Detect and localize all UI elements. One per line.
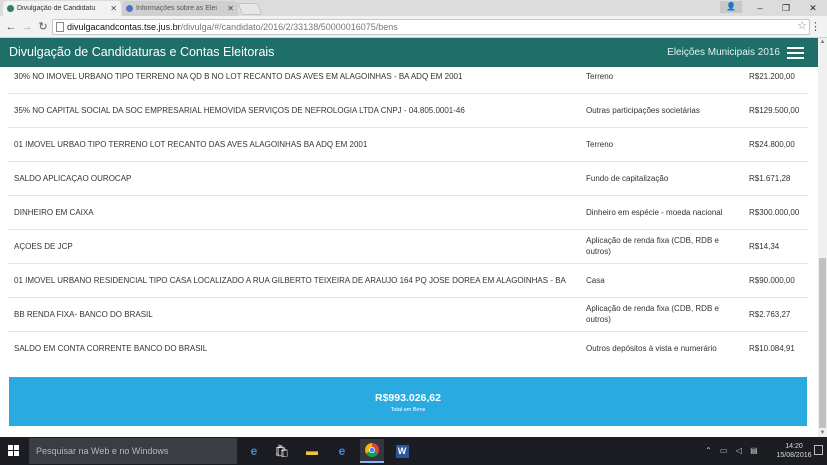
maximize-button[interactable]: ❐	[772, 0, 800, 16]
table-row: AÇOES DE JCP Aplicação de renda fixa (CD…	[8, 230, 808, 264]
scroll-down-arrow-icon[interactable]: ▼	[818, 429, 827, 437]
url-path: /divulga/#/candidato/2016/2/33138/500000…	[180, 22, 398, 32]
bem-tipo: Casa	[586, 276, 605, 285]
bem-descricao: 30% NO IMOVEL URBANO TIPO TERRENO NA QD …	[14, 72, 463, 81]
bem-valor: R$129.500,00	[749, 106, 800, 115]
reload-icon[interactable]: ↻	[36, 19, 50, 35]
bem-tipo: Aplicação de renda fixa (CDB, RDB e outr…	[586, 304, 719, 324]
close-tab-icon[interactable]: ✕	[110, 4, 117, 13]
page-scrollbar[interactable]: ▲ ▼	[818, 38, 827, 437]
table-row: 01 IMOVEL URBAO TIPO TERRENO LOT RECANTO…	[8, 128, 808, 162]
total-label: Total em Bens	[390, 407, 426, 413]
new-tab-button[interactable]	[237, 3, 263, 15]
table-row: BB RENDA FIXA- BANCO DO BRASIL Aplicação…	[8, 298, 808, 332]
word-icon[interactable]: W	[390, 439, 414, 463]
bookmark-star-icon[interactable]: ☆	[797, 19, 807, 32]
site-header: Divulgação de Candidaturas e Contas Elei…	[0, 38, 818, 67]
back-arrow-icon[interactable]: ←	[4, 19, 18, 35]
globe-favicon-icon	[126, 5, 133, 12]
table-row: 35% NO CAPITAL SOCIAL DA SOC EMPRESARIAL…	[8, 94, 808, 128]
bem-valor: R$24.800,00	[749, 140, 795, 149]
bem-descricao: 01 IMOVEL URBAO TIPO TERRENO LOT RECANTO…	[14, 140, 368, 149]
bem-valor: R$1.671,28	[749, 174, 791, 183]
bem-valor: R$21.200,00	[749, 72, 795, 81]
clock-date: 15/08/2016	[776, 452, 812, 459]
browser-tab-strip: Divulgação de Candidatu ✕ Informações so…	[0, 0, 827, 16]
address-bar-row: ← → ↻ divulgacandcontas.tse.jus.br/divul…	[0, 16, 827, 38]
bem-valor: R$10.084,91	[749, 344, 795, 353]
notification-center-icon[interactable]	[814, 445, 823, 455]
bem-tipo: Aplicação de renda fixa (CDB, RDB e outr…	[586, 236, 719, 256]
tab-title: Divulgação de Candidatu	[17, 5, 96, 12]
tab-divulgacao[interactable]: Divulgação de Candidatu ✕	[3, 1, 121, 16]
tse-favicon-icon	[7, 5, 14, 12]
internet-explorer-icon[interactable]: e	[330, 439, 354, 463]
bem-descricao: BB RENDA FIXA- BANCO DO BRASIL	[14, 310, 153, 319]
bem-tipo: Outros depósitos à vista e numerário	[586, 344, 717, 353]
bem-descricao: SALDO APLICAÇAO OUROCAP	[14, 174, 132, 183]
table-row: SALDO APLICAÇAO OUROCAP Fundo de capital…	[8, 162, 808, 196]
clock-time: 14:20	[785, 443, 803, 450]
bem-valor: R$14,34	[749, 242, 780, 251]
scrollbar-thumb[interactable]	[819, 258, 826, 428]
bens-list: 30% NO IMOVEL URBANO TIPO TERRENO NA QD …	[0, 67, 818, 437]
windows-start-icon[interactable]	[8, 445, 20, 457]
table-row: SALDO EM CONTA CORRENTE BANCO DO BRASIL …	[8, 332, 808, 366]
bem-tipo: Terreno	[586, 72, 614, 81]
bem-descricao: 35% NO CAPITAL SOCIAL DA SOC EMPRESARIAL…	[14, 106, 465, 115]
tab-title: Informações sobre as Elei	[136, 5, 217, 12]
bem-descricao: AÇOES DE JCP	[14, 242, 73, 251]
bem-descricao: 01 IMOVEL URBANO RESIDENCIAL TIPO CASA L…	[14, 276, 566, 285]
user-profile-icon[interactable]: 👤	[720, 1, 742, 13]
close-window-button[interactable]: ✕	[799, 0, 827, 16]
table-row: DINHEIRO EM CAIXA Dinheiro em espécie - …	[8, 196, 808, 230]
system-tray-icons[interactable]: ⌃ ▭ ◁ ▤	[705, 446, 761, 455]
page-icon	[56, 22, 64, 32]
url-input[interactable]: divulgacandcontas.tse.jus.br/divulga/#/c…	[52, 19, 810, 35]
close-tab-icon[interactable]: ✕	[227, 4, 234, 13]
file-explorer-icon[interactable]: ▬	[300, 439, 324, 463]
store-icon[interactable]: 🛍	[270, 439, 294, 463]
url-host: divulgacandcontas.tse.jus.br	[67, 22, 181, 32]
total-value: R$993.026,62	[375, 392, 441, 404]
table-row: 01 IMOVEL URBANO RESIDENCIAL TIPO CASA L…	[8, 264, 808, 298]
site-title[interactable]: Divulgação de Candidaturas e Contas Elei…	[9, 45, 274, 59]
bem-tipo: Terreno	[586, 140, 614, 149]
hamburger-menu-icon[interactable]	[787, 47, 804, 59]
bem-tipo: Dinheiro em espécie - moeda nacional	[586, 208, 723, 217]
bem-descricao: SALDO EM CONTA CORRENTE BANCO DO BRASIL	[14, 344, 208, 353]
windows-taskbar: Pesquisar na Web e no Windows e 🛍 ▬ e W …	[0, 437, 827, 465]
bem-valor: R$300.000,00	[749, 208, 800, 217]
bem-valor: R$90.000,00	[749, 276, 795, 285]
bem-tipo: Fundo de capitalização	[586, 174, 669, 183]
bem-valor: R$2.763,27	[749, 310, 791, 319]
bem-descricao: DINHEIRO EM CAIXA	[14, 208, 94, 217]
forward-arrow-icon[interactable]: →	[20, 19, 34, 35]
taskbar-clock[interactable]: 14:20 15/08/2016	[776, 442, 812, 460]
edge-icon[interactable]: e	[242, 439, 266, 463]
total-bens-box: R$993.026,62 Total em Bens	[9, 377, 807, 426]
tab-informacoes[interactable]: Informações sobre as Elei ✕	[122, 1, 238, 16]
taskbar-search-input[interactable]: Pesquisar na Web e no Windows	[29, 438, 237, 464]
election-label: Eleições Municipais 2016	[667, 47, 780, 58]
chrome-icon[interactable]	[360, 439, 384, 463]
table-row: 30% NO IMOVEL URBANO TIPO TERRENO NA QD …	[8, 67, 808, 94]
bem-tipo: Outras participações societárias	[586, 106, 700, 115]
minimize-button[interactable]: –	[746, 0, 774, 16]
scroll-up-arrow-icon[interactable]: ▲	[818, 38, 827, 46]
chrome-menu-icon[interactable]: ⋮	[810, 20, 821, 33]
